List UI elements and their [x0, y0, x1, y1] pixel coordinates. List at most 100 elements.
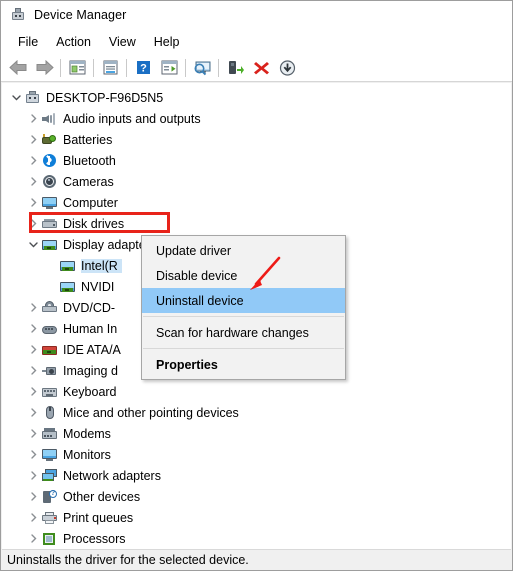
status-bar-text: Uninstalls the driver for the selected d… — [7, 553, 249, 567]
dvd-drive-icon — [41, 300, 59, 316]
window-title: Device Manager — [34, 8, 127, 22]
tree-item-label: Print queues — [63, 510, 134, 525]
context-menu-item-disable-device[interactable]: Disable device — [142, 263, 345, 288]
uninstall-device-icon[interactable] — [248, 56, 274, 80]
chevron-right-icon[interactable] — [25, 381, 41, 402]
context-menu-item-properties[interactable]: Properties — [142, 352, 345, 377]
tree-item-label: Computer — [63, 195, 118, 210]
chevron-right-icon[interactable] — [25, 129, 41, 150]
tree-item-processors[interactable]: Processors — [2, 528, 511, 549]
scan-for-hardware-changes-icon[interactable] — [189, 56, 215, 80]
tree-item-cameras[interactable]: Cameras — [2, 171, 511, 192]
chevron-right-icon[interactable] — [25, 402, 41, 423]
tree-item-label: Batteries — [63, 132, 113, 147]
processor-icon — [41, 531, 59, 547]
chevron-right-icon[interactable] — [25, 423, 41, 444]
other-device-icon: ? — [41, 489, 59, 505]
chevron-down-icon[interactable] — [8, 87, 24, 108]
forward-icon[interactable] — [31, 56, 57, 80]
title-bar: Device Manager — [1, 1, 512, 29]
tree-item-label: Cameras — [63, 174, 114, 189]
speaker-icon — [41, 111, 59, 127]
toolbar-separator — [93, 58, 94, 77]
chevron-right-icon[interactable] — [25, 339, 41, 360]
monitor-icon — [41, 447, 59, 463]
chevron-right-icon[interactable] — [25, 360, 41, 381]
chevron-right-icon[interactable] — [25, 465, 41, 486]
tree-item-other-devices[interactable]: ? Other devices — [2, 486, 511, 507]
chevron-right-icon[interactable] — [25, 192, 41, 213]
context-menu[interactable]: Update driver Disable device Uninstall d… — [141, 235, 346, 380]
chevron-right-icon[interactable] — [25, 318, 41, 339]
tree-item-label: Keyboard — [63, 384, 117, 399]
context-menu-item-uninstall-device[interactable]: Uninstall device — [142, 288, 345, 313]
help-icon[interactable]: ? — [130, 56, 156, 80]
chevron-right-icon[interactable] — [25, 444, 41, 465]
tree-item-network-adapters[interactable]: Network adapters — [2, 465, 511, 486]
tree-item-label: Audio inputs and outputs — [63, 111, 201, 126]
menu-file[interactable]: File — [9, 33, 47, 51]
toolbar-separator — [218, 58, 219, 77]
svg-text:?: ? — [140, 63, 147, 75]
bluetooth-icon — [41, 153, 59, 169]
imaging-device-icon — [41, 363, 59, 379]
menu-help[interactable]: Help — [145, 33, 189, 51]
tree-item-label: Processors — [63, 531, 126, 546]
modem-icon — [41, 426, 59, 442]
update-driver-icon[interactable] — [222, 56, 248, 80]
chevron-right-icon[interactable] — [25, 297, 41, 318]
tree-item-label: Bluetooth — [63, 153, 116, 168]
menu-bar: File Action View Help — [1, 29, 512, 54]
chevron-right-icon[interactable] — [25, 507, 41, 528]
camera-icon — [41, 174, 59, 190]
display-adapter-icon — [59, 279, 77, 295]
tree-item-root[interactable]: DESKTOP-F96D5N5 — [2, 87, 511, 108]
tree-item-keyboards[interactable]: Keyboard — [2, 381, 511, 402]
context-menu-separator — [143, 316, 344, 317]
printer-icon — [41, 510, 59, 526]
menu-action[interactable]: Action — [47, 33, 100, 51]
tree-item-label: Other devices — [63, 489, 141, 504]
context-menu-item-update-driver[interactable]: Update driver — [142, 238, 345, 263]
tree-item-audio-inputs-and-outputs[interactable]: Audio inputs and outputs — [2, 108, 511, 129]
show-hide-console-tree-icon[interactable] — [64, 56, 90, 80]
toolbar-separator — [185, 58, 186, 77]
tree-item-label: Mice and other pointing devices — [63, 405, 239, 420]
tree-item-disk-drives[interactable]: Disk drives — [2, 213, 511, 234]
tree-item-batteries[interactable]: Batteries — [2, 129, 511, 150]
menu-view[interactable]: View — [100, 33, 145, 51]
chevron-right-icon[interactable] — [25, 486, 41, 507]
tree-item-computer[interactable]: Computer — [2, 192, 511, 213]
chevron-right-icon[interactable] — [25, 171, 41, 192]
ide-controller-icon — [41, 342, 59, 358]
network-adapter-icon — [41, 468, 59, 484]
battery-icon — [41, 132, 59, 148]
chevron-down-icon[interactable] — [25, 234, 41, 255]
tree-item-modems[interactable]: Modems — [2, 423, 511, 444]
context-menu-item-scan-for-hardware-changes[interactable]: Scan for hardware changes — [142, 320, 345, 345]
toolbar-separator — [60, 58, 61, 77]
toolbar-separator — [126, 58, 127, 77]
tree-item-label: Monitors — [63, 447, 111, 462]
chevron-right-icon[interactable] — [25, 108, 41, 129]
show-hide-action-pane-icon[interactable] — [156, 56, 182, 80]
device-manager-window: Device Manager File Action View Help ? D… — [0, 0, 513, 571]
tree-item-label: Imaging d — [63, 363, 118, 378]
hid-icon — [41, 321, 59, 337]
computer-icon — [24, 90, 42, 106]
chevron-right-icon[interactable] — [25, 528, 41, 549]
back-icon[interactable] — [5, 56, 31, 80]
tree-item-mice-and-other-pointing-devices[interactable]: Mice and other pointing devices — [2, 402, 511, 423]
tree-item-monitors[interactable]: Monitors — [2, 444, 511, 465]
toolbar: ? — [1, 54, 512, 82]
tree-item-label: Intel(R — [81, 258, 122, 273]
disable-device-icon[interactable] — [274, 56, 300, 80]
properties-icon[interactable] — [97, 56, 123, 80]
chevron-right-icon[interactable] — [25, 150, 41, 171]
tree-item-print-queues[interactable]: Print queues — [2, 507, 511, 528]
chevron-right-icon[interactable] — [25, 213, 41, 234]
mouse-icon — [41, 405, 59, 421]
tree-item-bluetooth[interactable]: Bluetooth — [2, 150, 511, 171]
